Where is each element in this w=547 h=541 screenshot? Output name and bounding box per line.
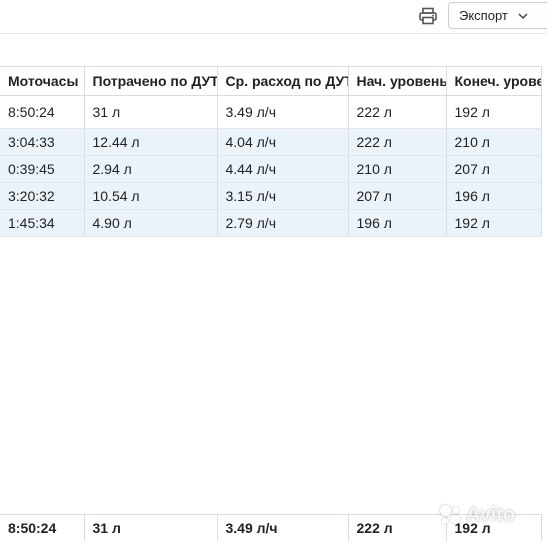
cell-fuel-spent: 31 л xyxy=(84,96,217,129)
cell-start-level: 210 л xyxy=(348,156,446,183)
cell-end-level: 192 л xyxy=(446,210,541,237)
cell-engine-hours: 8:50:24 xyxy=(0,96,84,129)
table-row[interactable]: 0:39:45 2.94 л 4.44 л/ч 210 л 207 л xyxy=(0,156,541,183)
column-header-start-level[interactable]: Нач. уровень xyxy=(348,67,446,96)
report-toolbar: Экспорт xyxy=(0,0,547,34)
total-start-level: 222 л xyxy=(348,515,446,541)
cell-avg-consumption: 4.44 л/ч xyxy=(217,156,348,183)
column-header-end-level[interactable]: Конеч. уровень xyxy=(446,67,541,96)
column-header-fuel-spent[interactable]: Потрачено по ДУТ xyxy=(84,67,217,96)
cell-avg-consumption: 4.04 л/ч xyxy=(217,129,348,156)
watermark-text: Avito xyxy=(466,504,515,527)
avito-watermark: Avito xyxy=(440,500,515,530)
cell-end-level: 207 л xyxy=(446,156,541,183)
cell-start-level: 196 л xyxy=(348,210,446,237)
cell-engine-hours: 0:39:45 xyxy=(0,156,84,183)
cell-end-level: 196 л xyxy=(446,183,541,210)
table-row[interactable]: 3:20:32 10.54 л 3.15 л/ч 207 л 196 л xyxy=(0,183,541,210)
export-dropdown[interactable]: Экспорт xyxy=(448,2,547,29)
cell-fuel-spent: 4.90 л xyxy=(84,210,217,237)
cell-avg-consumption: 3.49 л/ч xyxy=(217,96,348,129)
cell-start-level: 222 л xyxy=(348,129,446,156)
avito-logo-icon xyxy=(440,504,462,526)
export-label: Экспорт xyxy=(459,8,508,23)
total-fuel-spent: 31 л xyxy=(84,515,217,541)
cell-start-level: 207 л xyxy=(348,183,446,210)
chevron-down-icon xyxy=(518,13,528,19)
column-header-engine-hours[interactable]: Моточасы xyxy=(0,67,84,96)
cell-avg-consumption: 3.15 л/ч xyxy=(217,183,348,210)
fuel-report-table: Моточасы Потрачено по ДУТ Ср. расход по … xyxy=(0,66,547,237)
cell-fuel-spent: 2.94 л xyxy=(84,156,217,183)
column-header-avg-consumption[interactable]: Ср. расход по ДУТ xyxy=(217,67,348,96)
cell-fuel-spent: 10.54 л xyxy=(84,183,217,210)
table-header-row: Моточасы Потрачено по ДУТ Ср. расход по … xyxy=(0,67,541,96)
summary-row[interactable]: 8:50:24 31 л 3.49 л/ч 222 л 192 л xyxy=(0,96,541,129)
cell-avg-consumption: 2.79 л/ч xyxy=(217,210,348,237)
cell-engine-hours: 3:04:33 xyxy=(0,129,84,156)
total-engine-hours: 8:50:24 xyxy=(0,515,84,541)
cell-end-level: 192 л xyxy=(446,96,541,129)
cell-engine-hours: 1:45:34 xyxy=(0,210,84,237)
printer-icon xyxy=(418,6,438,26)
table-row[interactable]: 3:04:33 12.44 л 4.04 л/ч 222 л 210 л xyxy=(0,129,541,156)
cell-fuel-spent: 12.44 л xyxy=(84,129,217,156)
cell-engine-hours: 3:20:32 xyxy=(0,183,84,210)
total-avg-consumption: 3.49 л/ч xyxy=(217,515,348,541)
print-button[interactable] xyxy=(416,4,440,28)
cell-end-level: 210 л xyxy=(446,129,541,156)
table-row[interactable]: 1:45:34 4.90 л 2.79 л/ч 196 л 192 л xyxy=(0,210,541,237)
cell-start-level: 222 л xyxy=(348,96,446,129)
